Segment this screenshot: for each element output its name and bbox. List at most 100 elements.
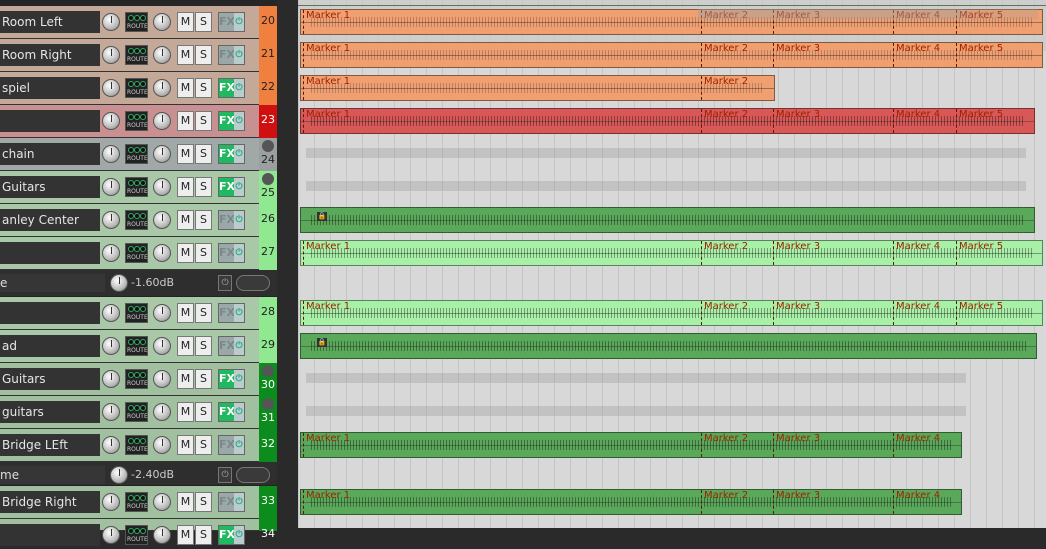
fx-bypass-icon[interactable]: ⏻ [234,112,244,130]
pan-knob[interactable] [153,178,171,196]
track-name[interactable]: Guitars [0,176,100,198]
mute-button[interactable]: M [177,78,194,98]
pan-knob[interactable] [153,337,171,355]
volume-knob[interactable] [102,46,120,64]
mute-button[interactable]: M [177,369,194,389]
solo-button[interactable]: S [195,210,212,230]
fx-bypass-icon[interactable]: ⏻ [234,304,244,322]
pan-knob[interactable] [153,403,171,421]
pan-knob[interactable] [153,526,171,544]
route-button[interactable]: ROUTE [125,303,148,323]
mute-button[interactable]: M [177,525,194,545]
track-name[interactable]: spiel [0,77,100,99]
fx-button[interactable]: FX ⏻ [218,111,245,131]
mute-button[interactable]: M [177,111,194,131]
route-button[interactable]: ROUTE [125,243,148,263]
track-22[interactable]: spiel ROUTE M S FX ⏻ [0,72,277,105]
pan-knob[interactable] [153,436,171,454]
volume-knob[interactable] [102,13,120,31]
fx-bypass-icon[interactable]: ⏻ [234,178,244,196]
mute-button[interactable]: M [177,177,194,197]
solo-button[interactable]: S [195,525,212,545]
track-34[interactable]: ROUTE M S FX ⏻ [0,519,277,546]
media-item[interactable]: Marker 1 Marker 2 Marker 3 Marker 4 [300,489,962,515]
fx-button[interactable]: FX ⏻ [218,45,245,65]
track-28[interactable]: ROUTE M S FX ⏻ [0,297,277,330]
pan-knob[interactable] [153,79,171,97]
fx-bypass-icon[interactable]: ⏻ [234,46,244,64]
track-name[interactable]: Room Right [0,44,100,66]
track-name[interactable]: chain [0,143,100,165]
fx-button[interactable]: FX ⏻ [218,210,245,230]
track-25[interactable]: Guitars ROUTE M S FX ⏻ [0,171,277,204]
volume-knob[interactable] [102,526,120,544]
mute-button[interactable]: M [177,303,194,323]
track-29[interactable]: ad ROUTE M S FX ⏻ [0,330,277,363]
track-name[interactable]: ad [0,335,100,357]
media-item[interactable]: Marker 1 Marker 2 Marker 3 Marker 4 Marker 5 [300,42,1043,68]
fx-bypass-icon[interactable]: ⏻ [234,211,244,229]
volume-knob[interactable] [102,436,120,454]
route-button[interactable]: ROUTE [125,525,148,545]
solo-button[interactable]: S [195,12,212,32]
solo-button[interactable]: S [195,78,212,98]
solo-button[interactable]: S [195,45,212,65]
route-button[interactable]: ROUTE [125,492,148,512]
fx-bypass-icon[interactable]: ⏻ [234,79,244,97]
folder-collapse-icon[interactable] [262,398,274,410]
track-name[interactable]: Bridge Right [0,491,100,513]
envelope-settings-button[interactable] [236,275,270,291]
folder-collapse-icon[interactable] [262,173,274,185]
envelope-bypass-button[interactable]: ⏻ [218,467,232,483]
route-button[interactable]: ROUTE [125,435,148,455]
route-button[interactable]: ROUTE [125,210,148,230]
fx-bypass-icon[interactable]: ⏻ [234,370,244,388]
mute-button[interactable]: M [177,210,194,230]
volume-knob[interactable] [102,145,120,163]
pan-knob[interactable] [153,46,171,64]
mute-button[interactable]: M [177,12,194,32]
fx-bypass-icon[interactable]: ⏻ [234,403,244,421]
pan-knob[interactable] [153,493,171,511]
mute-button[interactable]: M [177,45,194,65]
fx-button[interactable]: FX ⏻ [218,177,245,197]
pan-knob[interactable] [153,13,171,31]
volume-knob[interactable] [102,79,120,97]
folder-collapse-icon[interactable] [262,365,274,377]
pan-knob[interactable] [153,244,171,262]
track-name[interactable]: Guitars [0,368,100,390]
route-button[interactable]: ROUTE [125,45,148,65]
track-27[interactable]: ROUTE M S FX ⏻ [0,237,277,270]
arrange-view[interactable]: Marker 1 Marker 2 Marker 3 Marker 4 Marker 5… [298,0,1046,528]
media-item[interactable]: Marker 1 Marker 2 Marker 3 Marker 4 Marker 5 [300,108,1035,134]
track-24[interactable]: chain ROUTE M S FX ⏻ [0,138,277,171]
volume-knob[interactable] [102,112,120,130]
pan-knob[interactable] [153,211,171,229]
mute-button[interactable]: M [177,402,194,422]
volume-knob[interactable] [102,493,120,511]
volume-knob[interactable] [102,211,120,229]
media-item[interactable]: Marker 1 Marker 2 Marker 3 Marker 4 Marker 5 [300,240,1043,266]
solo-button[interactable]: S [195,402,212,422]
route-button[interactable]: ROUTE [125,336,148,356]
solo-button[interactable]: S [195,243,212,263]
mute-button[interactable]: M [177,492,194,512]
envelope-bypass-button[interactable]: ⏻ [218,275,232,291]
route-button[interactable]: ROUTE [125,369,148,389]
volume-knob[interactable] [102,244,120,262]
volume-knob[interactable] [102,403,120,421]
track-name[interactable]: guitars [0,401,100,423]
fx-button[interactable]: FX ⏻ [218,78,245,98]
mute-button[interactable]: M [177,243,194,263]
track-name[interactable]: anley Center [0,209,100,231]
fx-bypass-icon[interactable]: ⏻ [234,436,244,454]
solo-button[interactable]: S [195,369,212,389]
volume-knob[interactable] [102,304,120,322]
media-item[interactable]: 🔒 [300,333,1037,359]
solo-button[interactable]: S [195,177,212,197]
fx-bypass-icon[interactable]: ⏻ [234,337,244,355]
solo-button[interactable]: S [195,336,212,356]
track-name[interactable] [0,242,100,264]
track-23[interactable]: ROUTE M S FX ⏻ [0,105,277,138]
fx-button[interactable]: FX ⏻ [218,303,245,323]
